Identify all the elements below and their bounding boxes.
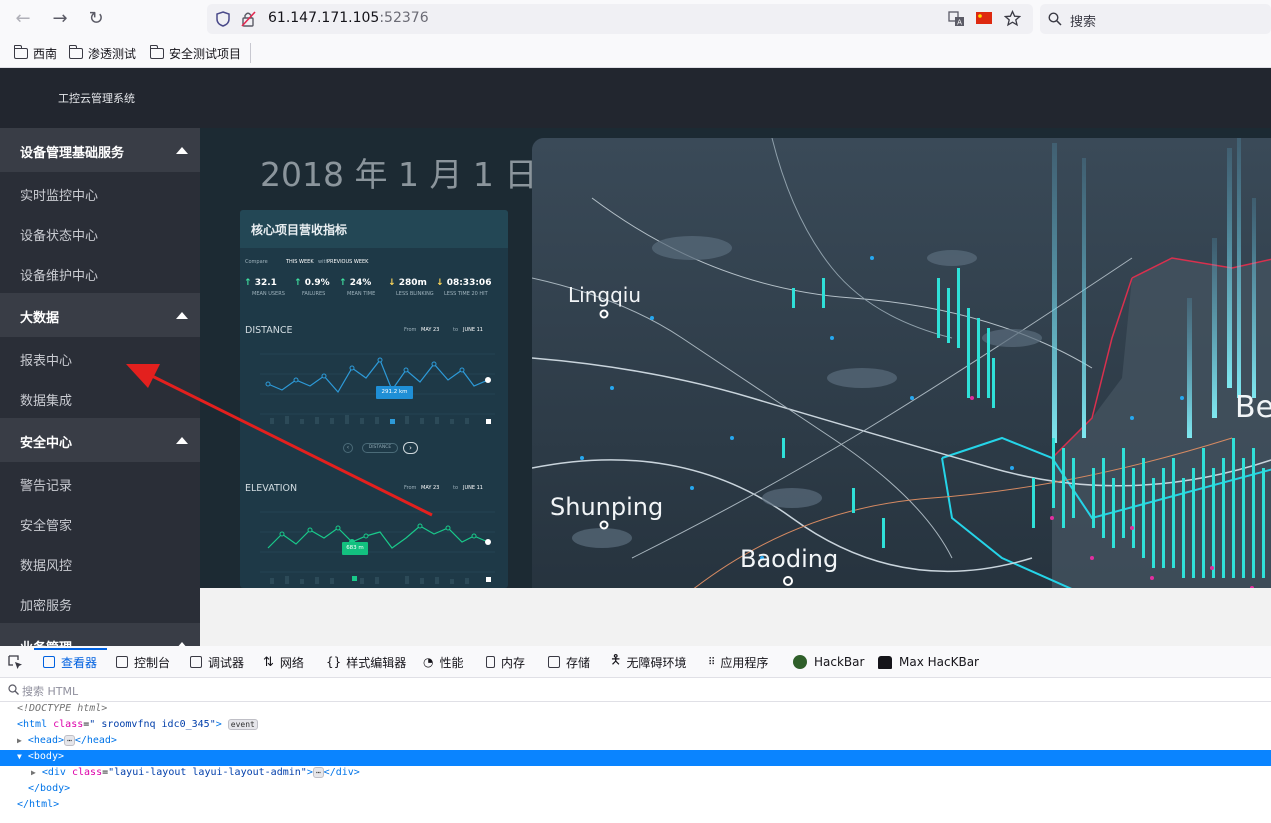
selected-node-highlight [0,750,1271,766]
tag-text: </body> [28,783,71,794]
attr-value: " sroomvfnq idc0_345" [89,719,216,730]
markup-line-body-close[interactable]: </body> [28,781,70,797]
tag-text: <body> [27,751,64,762]
tab-label: 存储 [566,655,591,670]
tab-application[interactable]: ⠿ 应用程序 [708,654,768,670]
attr-name: class [53,719,84,730]
tab-label: HackBar [814,655,865,669]
search-icon [8,684,19,695]
markup-line-body[interactable]: ▼ <body> [17,749,64,765]
collapse-triangle-icon[interactable]: ▼ [17,752,22,761]
tab-network[interactable]: ⇅ 网络 [263,654,304,670]
doctype-text: <!DOCTYPE html> [17,703,108,714]
tab-max-hackbar[interactable]: Max HacKBar [878,654,979,670]
html-search-bar[interactable]: 搜索 HTML [0,678,1271,702]
memory-chip-icon [486,656,495,668]
markup-line-html-close[interactable]: </html> [17,797,59,813]
collapsed-content-badge[interactable]: ⋯ [312,767,324,778]
tab-label: 性能 [439,655,464,670]
tag-text: </div> [323,767,360,778]
max-hackbar-logo-icon [878,655,892,669]
tag-text: <div [41,767,66,778]
tab-accessibility[interactable]: 🯅 无障碍环境 [610,653,687,670]
active-tab-indicator [34,648,107,650]
attr-value: "layui-layout layui-layout-admin" [108,767,307,778]
html-search-placeholder: 搜索 HTML [22,685,79,698]
tab-memory[interactable]: 内存 [486,654,525,670]
expand-triangle-icon[interactable]: ▶ [17,736,22,745]
tab-storage[interactable]: 存储 [548,654,590,670]
devtools-toolbar: 查看器 控制台 调试器 ⇅ 网络 {} 样式编辑器 ◔ 性能 内存 存储 🯅 无障碍环境… [0,646,1271,678]
tag-text: </head> [74,735,117,746]
attr-name: class [71,767,103,778]
tab-label: 无障碍环境 [626,655,687,670]
hackbar-logo-icon [793,655,807,669]
tab-label: 网络 [279,655,304,670]
element-picker-icon[interactable] [8,655,23,670]
collapsed-content-badge[interactable]: ⋯ [63,735,75,746]
tab-label: 调试器 [208,655,245,670]
expand-triangle-icon[interactable]: ▶ [31,768,36,777]
tab-hackbar[interactable]: HackBar [793,654,864,670]
braces-icon: {} [326,655,342,669]
markup-line-doctype[interactable]: <!DOCTYPE html> [17,701,107,717]
grid-dots-icon: ⠿ [708,656,715,668]
accessibility-person-icon: 🯅 [610,653,622,668]
tab-debugger[interactable]: 调试器 [190,654,244,670]
tab-label: 查看器 [61,655,98,670]
event-badge[interactable]: event [227,719,258,730]
network-arrows-icon: ⇅ [263,654,274,670]
tab-label: 控制台 [134,655,171,670]
tab-inspector[interactable]: 查看器 [43,654,97,670]
tab-label: 内存 [501,655,526,670]
tab-label: 应用程序 [720,655,769,670]
debugger-icon [190,656,202,668]
tag-text: <head> [27,735,64,746]
storage-icon [548,656,560,668]
markup-line-html[interactable]: <html class=" sroomvfnq idc0_345"> event [17,717,258,733]
tab-console[interactable]: 控制台 [116,654,170,670]
tag-text: </html> [17,799,60,810]
markup-line-div[interactable]: ▶ <div class="layui-layout layui-layout-… [31,765,360,781]
tab-style-editor[interactable]: {} 样式编辑器 [326,654,406,670]
gauge-icon: ◔ [423,655,434,669]
tag-text: <html [17,719,48,730]
inspector-icon [43,656,55,668]
tab-label: 样式编辑器 [346,655,407,670]
console-icon [116,656,128,668]
markup-line-head[interactable]: ▶ <head> ⋯ </head> [17,733,117,749]
tab-performance[interactable]: ◔ 性能 [423,654,464,670]
tab-label: Max HacKBar [899,655,979,669]
